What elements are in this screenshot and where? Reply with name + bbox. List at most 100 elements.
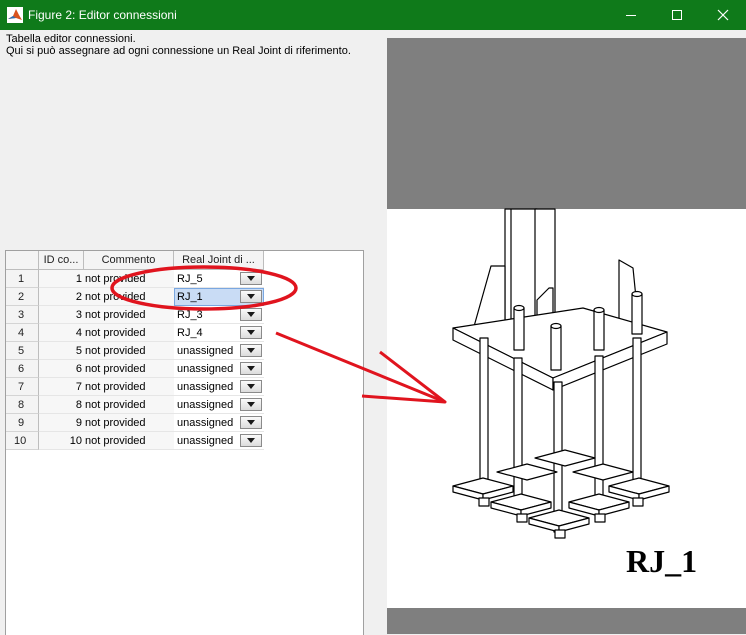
chevron-down-icon xyxy=(247,312,255,317)
window-title: Figure 2: Editor connessioni xyxy=(28,8,177,22)
cell-id: 2 xyxy=(39,288,84,306)
row-number: 3 xyxy=(6,306,39,324)
row-number: 4 xyxy=(6,324,39,342)
matlab-icon xyxy=(7,7,23,23)
real-joint-value: unassigned xyxy=(177,345,234,357)
real-joint-dropdown[interactable]: RJ_3 xyxy=(174,306,264,324)
real-joint-value: RJ_3 xyxy=(177,309,203,321)
cell-comment[interactable]: not provided xyxy=(84,324,174,342)
column-header-real-joint[interactable]: Real Joint di ... xyxy=(174,251,264,270)
cell-id: 5 xyxy=(39,342,84,360)
connections-table[interactable]: ID co... Commento Real Joint di ... 1 1 … xyxy=(5,250,364,635)
real-joint-dropdown[interactable]: unassigned xyxy=(174,360,264,378)
description-line-2: Qui si può assegnare ad ogni connessione… xyxy=(6,45,351,57)
real-joint-dropdown[interactable]: RJ_5 xyxy=(174,270,264,288)
cell-comment[interactable]: not provided xyxy=(84,270,174,288)
maximize-button[interactable] xyxy=(654,0,700,30)
cell-comment[interactable]: not provided xyxy=(84,360,174,378)
chevron-down-icon xyxy=(247,330,255,335)
cell-id: 6 xyxy=(39,360,84,378)
chevron-down-icon xyxy=(247,276,255,281)
row-number: 8 xyxy=(6,396,39,414)
real-joint-value: unassigned xyxy=(177,399,234,411)
dropdown-button[interactable] xyxy=(240,344,262,357)
dropdown-button[interactable] xyxy=(240,290,262,303)
table-row[interactable]: 8 8 not provided unassigned xyxy=(6,396,264,414)
row-header-corner xyxy=(6,251,39,270)
cell-comment[interactable]: not provided xyxy=(84,414,174,432)
chevron-down-icon xyxy=(247,294,255,299)
preview-label: RJ_1 xyxy=(626,543,698,579)
dropdown-button[interactable] xyxy=(240,398,262,411)
minimize-button[interactable] xyxy=(608,0,654,30)
row-number: 2 xyxy=(6,288,39,306)
column-header-id[interactable]: ID co... xyxy=(39,251,84,270)
row-number: 10 xyxy=(6,432,39,450)
table-row[interactable]: 2 2 not provided RJ_1 xyxy=(6,288,264,306)
dropdown-button[interactable] xyxy=(240,362,262,375)
cell-comment[interactable]: not provided xyxy=(84,396,174,414)
dropdown-button[interactable] xyxy=(240,326,262,339)
cell-comment[interactable]: not provided xyxy=(84,342,174,360)
real-joint-dropdown-selected[interactable]: RJ_1 xyxy=(174,288,264,306)
close-button[interactable] xyxy=(700,0,746,30)
chevron-down-icon xyxy=(247,384,255,389)
real-joint-value: unassigned xyxy=(177,363,234,375)
chevron-down-icon xyxy=(247,402,255,407)
row-number: 1 xyxy=(6,270,39,288)
table-row[interactable]: 4 4 not provided RJ_4 xyxy=(6,324,264,342)
real-joint-value: unassigned xyxy=(177,381,234,393)
row-number: 9 xyxy=(6,414,39,432)
row-number: 5 xyxy=(6,342,39,360)
real-joint-value: RJ_5 xyxy=(177,273,203,285)
real-joint-dropdown[interactable]: RJ_4 xyxy=(174,324,264,342)
cell-id: 3 xyxy=(39,306,84,324)
row-number: 7 xyxy=(6,378,39,396)
cell-comment[interactable]: not provided xyxy=(84,288,174,306)
real-joint-value: RJ_4 xyxy=(177,327,203,339)
title-bar: Figure 2: Editor connessioni xyxy=(0,0,746,30)
table-row[interactable]: 5 5 not provided unassigned xyxy=(6,342,264,360)
minimize-icon xyxy=(626,15,636,16)
cell-id: 10 xyxy=(39,432,84,450)
cell-id: 7 xyxy=(39,378,84,396)
real-joint-dropdown[interactable]: unassigned xyxy=(174,432,264,450)
row-number: 6 xyxy=(6,360,39,378)
dropdown-button[interactable] xyxy=(240,272,262,285)
cell-id: 8 xyxy=(39,396,84,414)
table-row[interactable]: 9 9 not provided unassigned xyxy=(6,414,264,432)
dropdown-button[interactable] xyxy=(240,308,262,321)
real-joint-dropdown[interactable]: unassigned xyxy=(174,378,264,396)
real-joint-dropdown[interactable]: unassigned xyxy=(174,414,264,432)
chevron-down-icon xyxy=(247,348,255,353)
dropdown-button[interactable] xyxy=(240,434,262,447)
real-joint-dropdown[interactable]: unassigned xyxy=(174,342,264,360)
table-row[interactable]: 7 7 not provided unassigned xyxy=(6,378,264,396)
cell-comment[interactable]: not provided xyxy=(84,306,174,324)
preview-bottom-band xyxy=(387,608,746,634)
dropdown-button[interactable] xyxy=(240,416,262,429)
description-text: Tabella editor connessioni. Qui si può a… xyxy=(6,33,351,57)
chevron-down-icon xyxy=(247,366,255,371)
cell-comment[interactable]: not provided xyxy=(84,378,174,396)
table-row[interactable]: 1 1 not provided RJ_5 xyxy=(6,270,264,288)
column-header-comment[interactable]: Commento xyxy=(84,251,174,270)
description-line-1: Tabella editor connessioni. xyxy=(6,33,136,45)
chevron-down-icon xyxy=(247,420,255,425)
maximize-icon xyxy=(672,10,682,20)
joint-preview-panel: RJ_1 xyxy=(387,38,746,634)
close-icon xyxy=(717,9,729,21)
real-joint-value: unassigned xyxy=(177,417,234,429)
chevron-down-icon xyxy=(247,438,255,443)
cell-id: 1 xyxy=(39,270,84,288)
cell-id: 4 xyxy=(39,324,84,342)
table-row[interactable]: 3 3 not provided RJ_3 xyxy=(6,306,264,324)
table-row[interactable]: 6 6 not provided unassigned xyxy=(6,360,264,378)
cell-comment[interactable]: not provided xyxy=(84,432,174,450)
real-joint-dropdown[interactable]: unassigned xyxy=(174,396,264,414)
table-row[interactable]: 10 10 not provided unassigned xyxy=(6,432,264,450)
real-joint-value: RJ_1 xyxy=(177,291,203,303)
cell-id: 9 xyxy=(39,414,84,432)
dropdown-button[interactable] xyxy=(240,380,262,393)
real-joint-value: unassigned xyxy=(177,435,234,447)
